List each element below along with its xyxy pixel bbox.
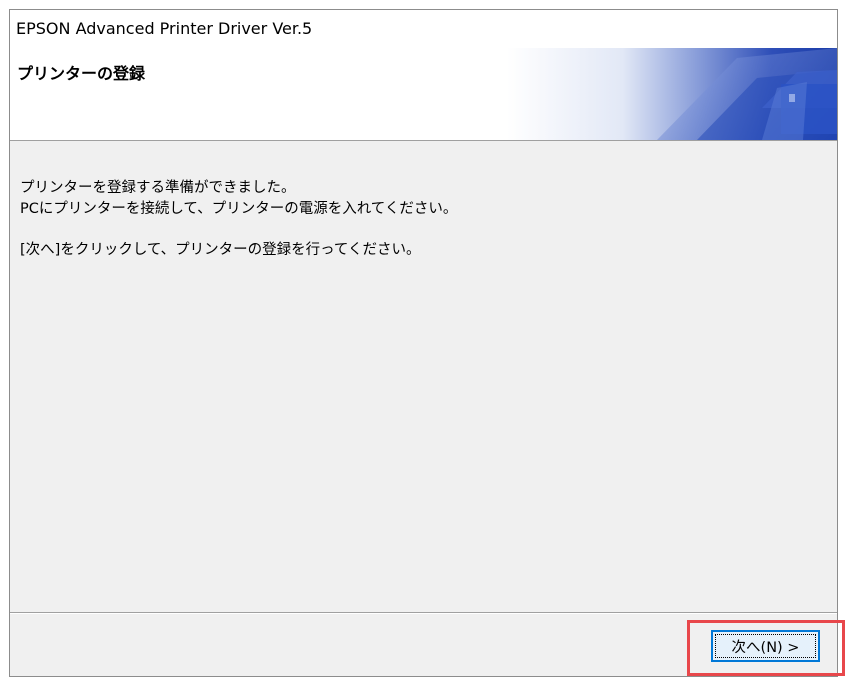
window-title: EPSON Advanced Printer Driver Ver.5 <box>16 19 313 38</box>
installer-window: EPSON Advanced Printer Driver Ver.5 プリンタ… <box>9 9 838 677</box>
next-button[interactable]: 次へ(N) > <box>711 630 820 662</box>
title-bar[interactable]: EPSON Advanced Printer Driver Ver.5 <box>10 10 837 48</box>
instruction-line-1: プリンターを登録する準備ができました。 <box>20 180 296 196</box>
instructions: プリンターを登録する準備ができました。 PCにプリンターを接続して、プリンターの… <box>20 178 820 261</box>
printer-graphic-icon <box>507 48 837 140</box>
page-title: プリンターの登録 <box>17 64 146 83</box>
header-banner: プリンターの登録 <box>10 48 837 141</box>
instruction-line-3: [次へ]をクリックして、プリンターの登録を行ってください。 <box>20 242 421 258</box>
footer-divider-highlight <box>10 613 837 614</box>
next-button-label: 次へ(N) > <box>731 639 800 656</box>
instruction-line-2: PCにプリンターを接続して、プリンターの電源を入れてください。 <box>20 201 458 217</box>
